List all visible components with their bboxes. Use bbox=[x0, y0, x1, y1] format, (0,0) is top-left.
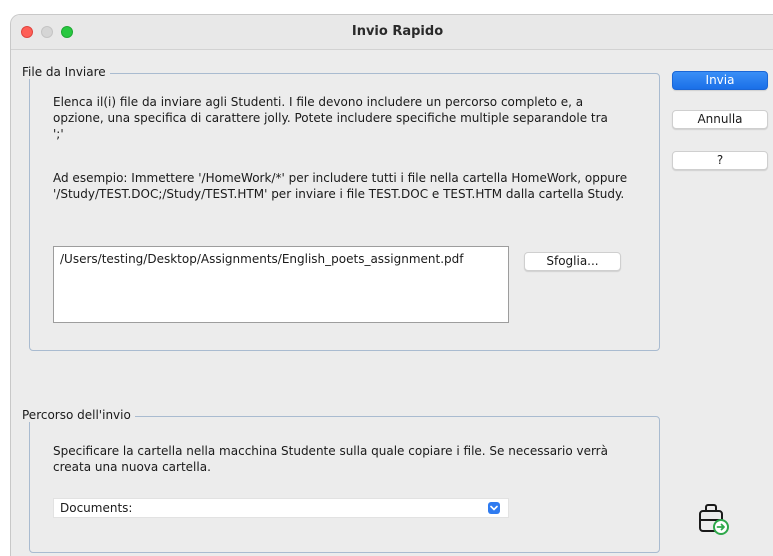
help-button[interactable]: ? bbox=[672, 151, 768, 170]
send-button[interactable]: Invia bbox=[672, 71, 768, 90]
cancel-button[interactable]: Annulla bbox=[672, 110, 768, 129]
files-description: Elenca il(i) file da inviare agli Studen… bbox=[53, 95, 608, 141]
file-path-input[interactable]: /Users/testing/Desktop/Assignments/Engli… bbox=[53, 246, 509, 323]
quick-send-window: Invio Rapido File da Inviare Elenca il(i… bbox=[10, 14, 773, 556]
files-example: Ad esempio: Immettere '/HomeWork/*' per … bbox=[53, 171, 628, 201]
browse-button[interactable]: Sfoglia... bbox=[524, 252, 621, 271]
destination-path-group: Percorso dell'invio bbox=[22, 408, 660, 553]
destination-folder-value: Documents: bbox=[60, 501, 133, 515]
destination-path-legend: Percorso dell'invio bbox=[22, 408, 135, 422]
window-title: Invio Rapido bbox=[351, 24, 444, 39]
destination-path-description: Specificare la cartella nella macchina S… bbox=[53, 444, 608, 474]
files-group-legend: File da Inviare bbox=[22, 65, 110, 79]
destination-folder-select[interactable]: Documents: bbox=[53, 498, 509, 518]
title-bar: Invio Rapido bbox=[11, 15, 773, 50]
briefcase-send-icon[interactable] bbox=[694, 500, 734, 540]
chevron-down-icon bbox=[488, 502, 500, 514]
file-path-value: /Users/testing/Desktop/Assignments/Engli… bbox=[60, 252, 464, 266]
